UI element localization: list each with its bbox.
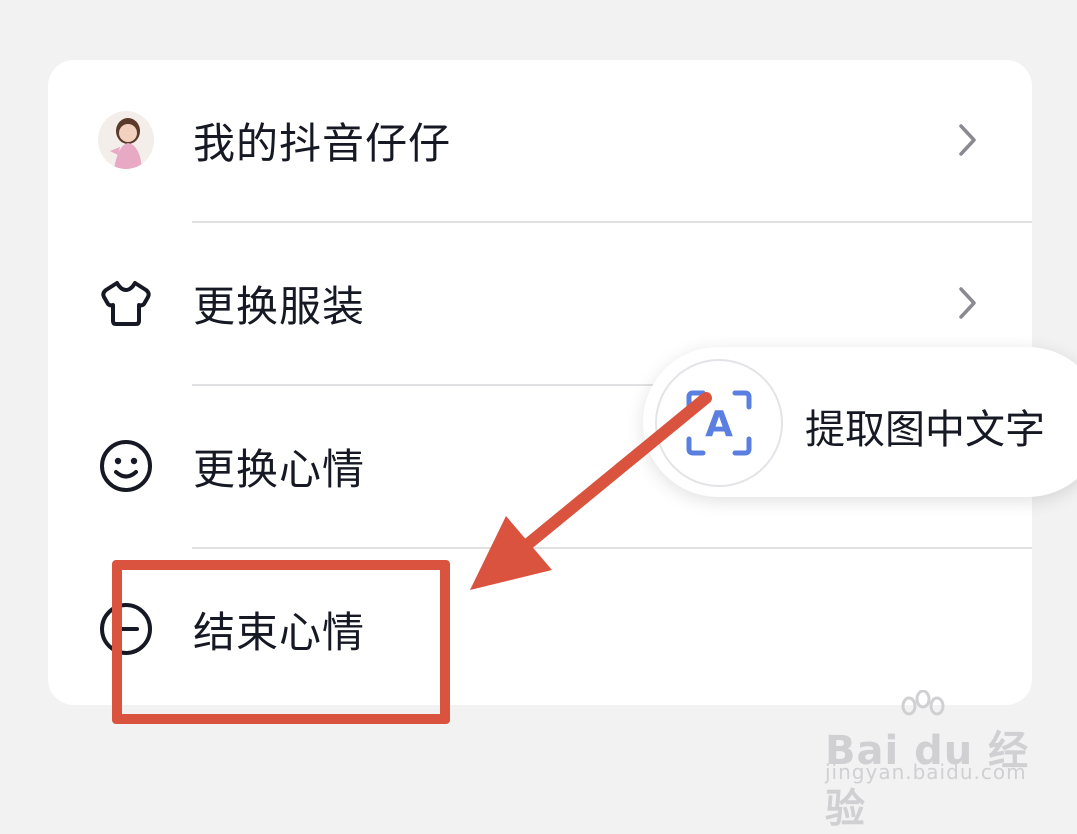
extract-text-label: 提取图中文字 [805, 407, 1045, 453]
chevron-right-icon [959, 124, 976, 156]
menu-item-my-avatar[interactable]: 我的抖音仔仔 [48, 70, 1032, 210]
ocr-icon-letter: A [705, 404, 733, 445]
smiley-icon [98, 438, 154, 494]
avatar-icon [98, 111, 154, 169]
menu-item-label: 更换服装 [193, 281, 366, 331]
tshirt-icon [98, 275, 154, 331]
extract-text-popup[interactable]: A 提取图中文字 [643, 347, 1077, 497]
menu-item-label: 更换心情 [193, 444, 366, 494]
annotation-highlight-box [112, 560, 450, 724]
text-scan-icon[interactable]: A [655, 359, 783, 487]
divider [192, 547, 1032, 549]
baidu-jingyan-watermark: Bai du 经验 jingyan.baidu.com [825, 690, 1045, 832]
divider [192, 221, 1032, 223]
watermark-url: jingyan.baidu.com [825, 760, 1027, 784]
chevron-right-icon [959, 287, 976, 319]
menu-item-label: 我的抖音仔仔 [193, 118, 452, 168]
